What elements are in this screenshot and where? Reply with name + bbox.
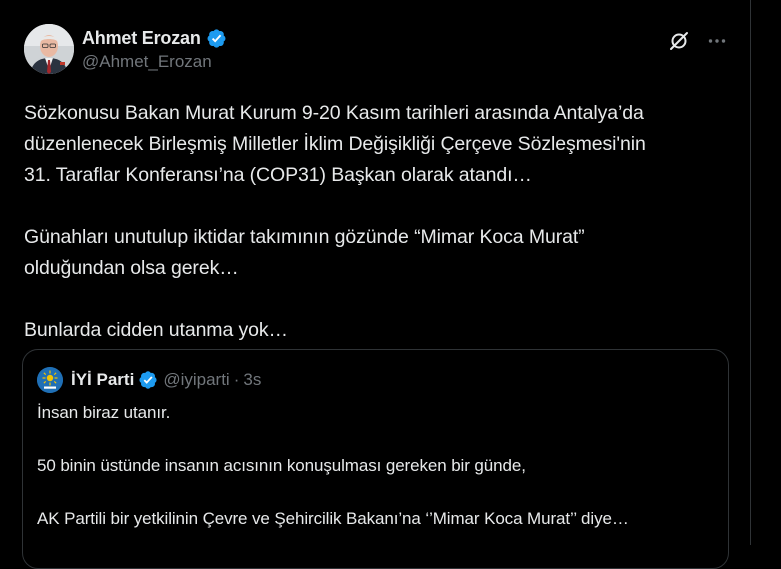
tweet-text: Sözkonusu Bakan Murat Kurum 9-20 Kasım t… (24, 102, 646, 341)
author-name-row: Ahmet Erozan (82, 28, 227, 49)
verified-badge-icon[interactable] (206, 28, 227, 49)
quoted-author-display-name[interactable]: İYİ Parti (71, 370, 134, 390)
quoted-tweet[interactable]: İYİ Parti @iyiparti · 3s İnsan biraz uta… (22, 349, 729, 569)
tweet-header: Ahmet Erozan @Ahmet_Erozan (24, 24, 730, 78)
quoted-tweet-text: İnsan biraz utanır. 50 binin üstünde ins… (37, 403, 629, 528)
tweet-header-actions (666, 24, 730, 54)
quoted-author-handle[interactable]: @iyiparti (163, 370, 229, 390)
quoted-meta-separator: · (233, 370, 240, 389)
quoted-timestamp[interactable]: 3s (243, 370, 261, 390)
author-handle[interactable]: @Ahmet_Erozan (82, 52, 227, 72)
grok-icon[interactable] (666, 28, 692, 54)
more-icon[interactable] (704, 28, 730, 54)
author-avatar[interactable] (24, 24, 74, 74)
quoted-tweet-header: İYİ Parti @iyiparti · 3s (37, 366, 714, 394)
author-display-name[interactable]: Ahmet Erozan (82, 28, 201, 49)
quoted-author-avatar[interactable] (37, 367, 63, 393)
author-avatar-image (24, 24, 74, 74)
author-info: Ahmet Erozan @Ahmet_Erozan (82, 24, 227, 72)
tweet[interactable]: Ahmet Erozan @Ahmet_Erozan Sözkonusu Bak… (24, 24, 730, 346)
quoted-verified-badge-icon[interactable] (138, 370, 158, 390)
quoted-author-logo-image (37, 367, 63, 393)
timeline-column-border (750, 0, 751, 545)
